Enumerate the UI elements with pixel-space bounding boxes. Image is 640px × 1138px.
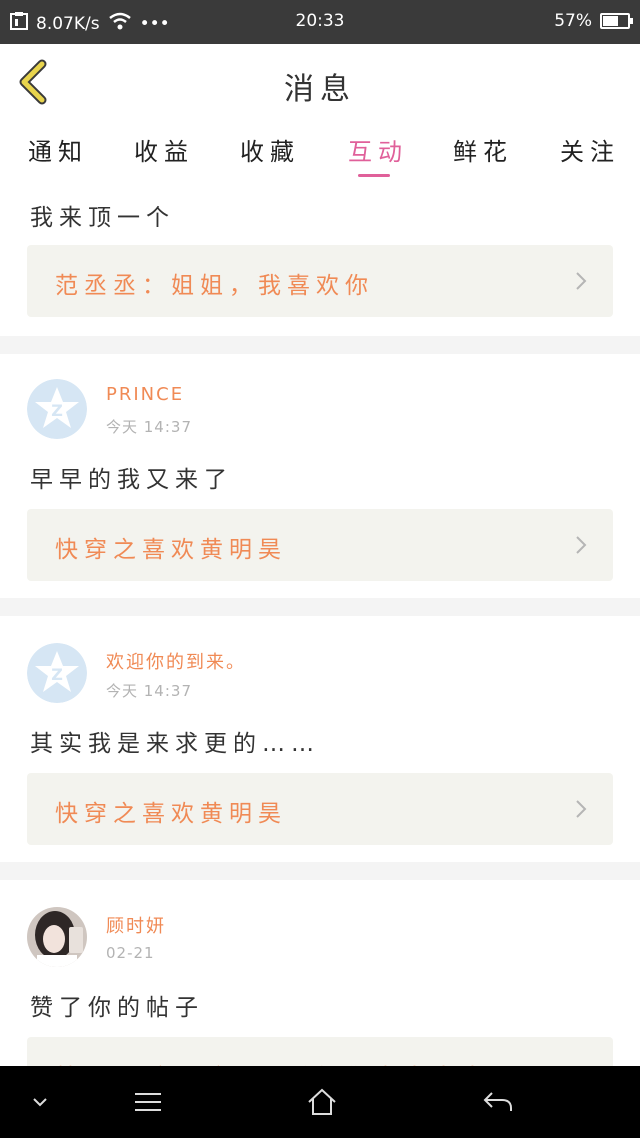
referenced-post-title: 范丞丞：姐姐，我喜欢你 (55, 273, 374, 299)
timestamp: 今天 14:37 (106, 418, 192, 436)
svg-text:Z: Z (51, 665, 63, 684)
chevron-right-icon (576, 536, 587, 554)
chevron-right-icon (576, 272, 587, 290)
clock: 20:33 (295, 11, 345, 31)
tab-bar: 通知 收益 收藏 互动 鲜花 关注 (0, 122, 640, 184)
referenced-post[interactable]: 快穿之喜欢黄明昊 (27, 509, 613, 581)
referenced-post[interactable]: 范丞丞：姐姐，我喜欢你 (27, 245, 613, 317)
chevron-right-icon (576, 800, 587, 818)
system-nav-bar (0, 1066, 640, 1138)
status-bar: 8.07K/s ••• 20:33 57% (0, 0, 640, 44)
battery-icon (600, 13, 633, 29)
timestamp: 今天 14:37 (106, 682, 192, 700)
back-arrow-icon (483, 1092, 512, 1111)
battery-percent: 57% (554, 11, 592, 31)
nav-hide-button[interactable] (20, 1066, 60, 1138)
divider (0, 862, 640, 880)
username[interactable]: 顾时妍 (106, 912, 166, 938)
page-title: 消息 (284, 72, 356, 107)
divider (0, 336, 640, 354)
home-icon (308, 1088, 336, 1115)
avatar[interactable]: Z (27, 379, 87, 439)
referenced-post-title: 快穿之喜欢黄明昊 (55, 537, 287, 563)
nav-home-button[interactable] (300, 1066, 344, 1138)
avatar[interactable] (27, 907, 87, 967)
tab-following[interactable]: 关注 (560, 132, 620, 167)
username[interactable]: PRINCE (106, 384, 184, 405)
message-text: 赞了你的帖子 (30, 995, 204, 1021)
svg-text:Z: Z (51, 401, 63, 420)
tab-flowers[interactable]: 鲜花 (453, 132, 513, 167)
qzone-star-avatar-icon: Z (27, 643, 87, 703)
header-bar: 消息 (0, 44, 640, 123)
chevron-down-icon (33, 1098, 47, 1107)
tab-favorites[interactable]: 收藏 (240, 132, 300, 167)
avatar[interactable]: Z (27, 643, 87, 703)
username[interactable]: 欢迎你的到来。 (106, 648, 246, 674)
message-text: 其实我是来求更的…… (30, 731, 320, 757)
tab-interactions[interactable]: 互动 (348, 132, 408, 167)
message-text: 我来顶一个 (30, 205, 175, 231)
nav-menu-button[interactable] (126, 1066, 170, 1138)
referenced-post-title: 快穿之喜欢黄明昊 (55, 801, 287, 827)
menu-icon (135, 1093, 161, 1111)
qzone-star-avatar-icon: Z (27, 379, 87, 439)
divider (0, 598, 640, 616)
tab-earnings[interactable]: 收益 (134, 132, 194, 167)
message-text: 早早的我又来了 (30, 467, 233, 493)
active-tab-indicator (358, 174, 390, 177)
nav-back-button[interactable] (476, 1066, 520, 1138)
referenced-post[interactable]: 快穿之喜欢黄明昊 (27, 773, 613, 845)
user-photo-avatar-icon (27, 907, 87, 967)
tab-notifications[interactable]: 通知 (28, 132, 88, 167)
timestamp: 02-21 (106, 944, 155, 962)
